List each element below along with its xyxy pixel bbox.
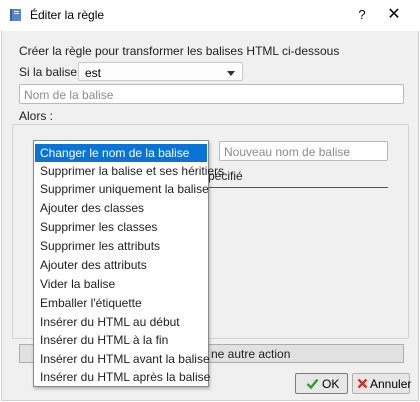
dropdown-item[interactable]: Emballer l'étiquette: [35, 294, 207, 312]
separator-line: [202, 187, 388, 188]
cancel-label: Annuler: [370, 377, 412, 391]
app-icon: [10, 9, 21, 21]
cancel-x-icon: [357, 378, 368, 389]
dropdown-item[interactable]: Ajouter des classes: [35, 199, 207, 217]
new-tag-name-input[interactable]: Nouveau nom de balise: [219, 141, 388, 161]
title-bar: Éditer la règle ? ✕: [0, 0, 420, 31]
add-action-label: ne autre action: [211, 347, 291, 361]
dropdown-item[interactable]: Insérer du HTML au début: [35, 313, 207, 331]
instruction-text: Créer la règle pour transformer les bali…: [19, 44, 340, 58]
close-button[interactable]: ✕: [382, 5, 406, 25]
ok-button[interactable]: OK: [295, 373, 348, 394]
help-button[interactable]: ?: [350, 5, 374, 25]
dropdown-item[interactable]: Supprimer uniquement la balise: [35, 180, 209, 198]
condition-select[interactable]: est: [78, 62, 243, 81]
condition-value: est: [85, 66, 102, 80]
window-title: Éditer la règle: [30, 8, 105, 22]
chevron-down-icon: [227, 71, 235, 76]
dropdown-item[interactable]: Insérer du HTML à la fin: [35, 331, 207, 349]
action-dropdown-list[interactable]: Changer le nom de la balise Supprimer la…: [33, 140, 224, 387]
tag-name-placeholder: Nom de la balise: [24, 88, 114, 102]
checkmark-icon: [306, 378, 319, 390]
dropdown-item[interactable]: Insérer du HTML après la balise: [35, 368, 210, 386]
then-label: Alors :: [19, 109, 54, 123]
dropdown-item[interactable]: Supprimer la balise et ses héritiers: [35, 162, 224, 180]
new-tag-placeholder: Nouveau nom de balise: [224, 145, 351, 159]
dropdown-item[interactable]: Supprimer les classes: [35, 218, 207, 236]
ok-label: OK: [322, 377, 340, 391]
dropdown-item[interactable]: Vider la balise: [35, 275, 207, 293]
dropdown-item[interactable]: Insérer du HTML avant la balise: [35, 350, 210, 368]
cancel-button[interactable]: Annuler: [352, 373, 412, 394]
tag-name-input[interactable]: Nom de la balise: [19, 84, 404, 104]
dropdown-item[interactable]: Supprimer les attributs: [35, 237, 207, 255]
if-tag-label: Si la balise: [19, 65, 78, 79]
dropdown-item[interactable]: Changer le nom de la balise: [35, 144, 207, 162]
dropdown-item[interactable]: Ajouter des attributs: [35, 256, 207, 274]
